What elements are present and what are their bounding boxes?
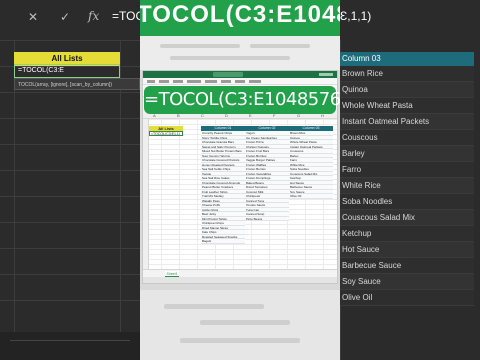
row-headers [143, 119, 149, 269]
function-tooltip: TOCOL(array, [ignore], [scan_by_column]) [14, 78, 140, 90]
grid-line [0, 144, 140, 145]
right-zoomed-sheet: Ɛ,1,1) Column 03 Brown Rice Quinoa Whole W… [340, 0, 480, 360]
table-row[interactable]: Brown Rice [340, 66, 474, 82]
table-cell[interactable]: Bagels [201, 239, 245, 244]
excel-menu-bar [143, 78, 337, 85]
grid-line [0, 274, 140, 275]
grid-line [0, 248, 140, 249]
excel-title-bar [143, 71, 337, 78]
table-row[interactable]: Couscous Salad Mix [340, 210, 474, 226]
formula-text-right: Ɛ,1,1) [340, 9, 372, 23]
table-cell[interactable]: Pinto Beans [245, 216, 289, 221]
sheet-tabs-bar: Sheet1 [143, 269, 337, 277]
active-cell[interactable]: =TOCOL(C3:E1,1) [149, 131, 183, 136]
window-controls-icon[interactable] [319, 73, 333, 76]
table-row[interactable]: Instant Oatmeal Packets [340, 114, 474, 130]
formula-bar-left: ✕ ✓ fx =TOCOL( [0, 0, 140, 40]
top-formula-banner: =TOCOL(C3:E1048576,1,1) [140, 0, 340, 36]
table-cell[interactable]: Olive Oil [289, 194, 333, 199]
fx-icon[interactable]: fx [88, 9, 99, 23]
grid-line [0, 170, 140, 171]
table-row[interactable]: Olive Oil [340, 290, 474, 306]
table-column-02: Column 02 Yogurt Ice Cream Sandwiches Froze… [245, 126, 289, 221]
column-03-header[interactable]: Column 03 [340, 52, 474, 66]
left-zoomed-sheet: ✕ ✓ fx =TOCOL( All Lists =TOCOL(C3:E TOC… [0, 0, 140, 360]
table-row[interactable]: Quinoa [340, 82, 474, 98]
grid-line [0, 196, 140, 197]
blurred-content [140, 36, 340, 70]
blurred-content-bottom [140, 290, 340, 360]
grid-line [0, 40, 140, 41]
table-column-01: Column 01 Crunchy Peanut Chips Spicy Torti… [201, 126, 245, 244]
grid-line [0, 222, 140, 223]
table-row[interactable]: Farro [340, 162, 474, 178]
table-row[interactable]: Barley [340, 146, 474, 162]
table-column-03: Column 03 Brown Rice Quinoa Whole Wheat Pas… [289, 126, 333, 199]
table-row[interactable]: Couscous [340, 130, 474, 146]
formula-overlay: =TOCOL(C3:E1048576,1,1) [144, 86, 340, 114]
grid-line [0, 92, 140, 93]
table-row[interactable]: Hot Sauce [340, 242, 474, 258]
video-center-panel: =TOCOL(C3:E1048576,1,1) ABCDEFGH All Lis… [140, 0, 340, 360]
status-bar [143, 277, 337, 283]
cancel-icon[interactable]: ✕ [28, 10, 38, 24]
sheet-tab-area [0, 332, 140, 360]
formula-text-left[interactable]: =TOCOL( [112, 9, 140, 23]
table-row[interactable]: White Rice [340, 178, 474, 194]
table-row[interactable]: Soba Noodles [340, 194, 474, 210]
column-03-table-zoomed: Column 03 Brown Rice Quinoa Whole Wheat Pa… [340, 52, 474, 306]
confirm-icon[interactable]: ✓ [60, 10, 70, 24]
active-cell-left[interactable]: =TOCOL(C3:E [14, 64, 120, 78]
table-row[interactable]: Ketchup [340, 226, 474, 242]
grid-line [0, 118, 140, 119]
table-row[interactable]: Whole Wheat Pasta [340, 98, 474, 114]
grid-line [0, 300, 140, 301]
table-row[interactable]: Soy Sauce [340, 274, 474, 290]
table-row[interactable]: Barbecue Sauce [340, 258, 474, 274]
